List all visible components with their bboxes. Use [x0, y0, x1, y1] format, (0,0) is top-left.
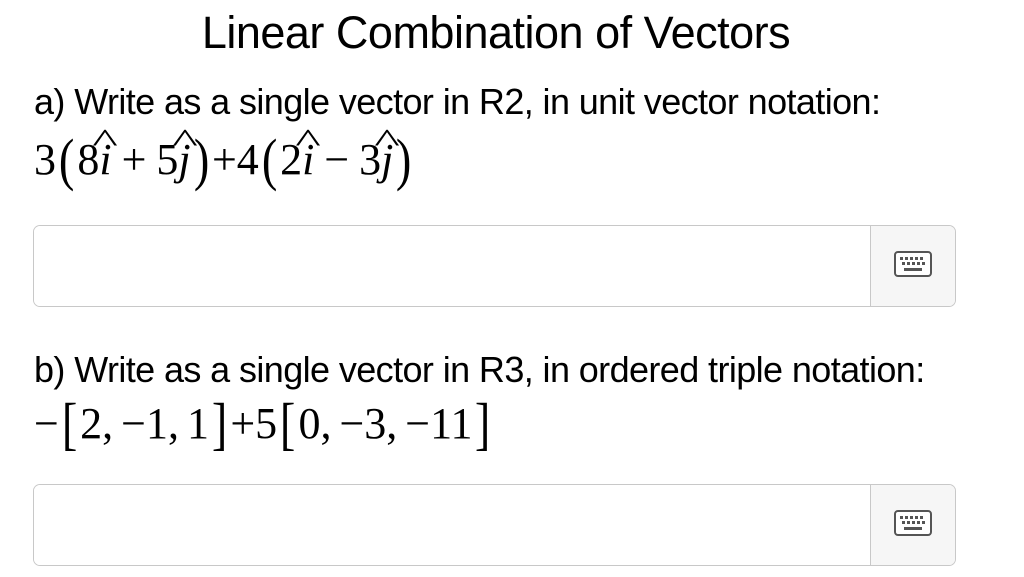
- b-coef1: −: [34, 399, 59, 448]
- b-v1-component: 1: [186, 399, 209, 448]
- page-title: Linear Combination of Vectors: [201, 7, 791, 58]
- question-b-prompt: b) Write as a single vector in R3, in or…: [34, 349, 925, 390]
- answer-b-input[interactable]: [34, 485, 870, 565]
- keyboard-icon: [894, 250, 932, 282]
- a-coef2: +4: [211, 135, 259, 184]
- a-v2-op: −: [324, 135, 350, 184]
- a-close-paren-2: ): [396, 127, 412, 192]
- keyboard-icon: [894, 509, 932, 541]
- answer-b-field: [33, 484, 956, 566]
- b-open-bracket-2: [: [280, 391, 296, 456]
- answer-a-input[interactable]: [34, 226, 870, 306]
- b-v1-component: 2,: [80, 399, 114, 448]
- j-hat-symbol: j ^: [172, 123, 198, 188]
- question-a-prompt: a) Write as a single vector in R2, in un…: [34, 81, 881, 122]
- a-v1-op: +: [121, 135, 147, 184]
- j-hat-symbol: j ^: [375, 123, 401, 188]
- answer-a-field: [33, 225, 956, 307]
- a-open-paren-2: (: [261, 127, 278, 192]
- math-keyboard-button-a[interactable]: [870, 226, 955, 306]
- i-hat-symbol: i ^: [295, 123, 321, 188]
- hat-mark: ^: [92, 123, 119, 160]
- b-open-bracket-1: [: [61, 391, 78, 456]
- b-v2-component: −3,: [339, 399, 398, 448]
- math-keyboard-button-b[interactable]: [870, 485, 955, 565]
- b-v1-component: −1,: [121, 399, 179, 448]
- b-v2-component: 0,: [298, 399, 332, 448]
- a-open-paren-1: (: [58, 127, 75, 192]
- hat-mark: ^: [295, 123, 321, 160]
- b-v2-component: −11: [405, 399, 473, 448]
- b-coef2: +5: [230, 399, 278, 448]
- question-b-expression: − [ 2, −1, 1 ] +5 [ 0, −3, −11 ]: [34, 391, 494, 456]
- i-hat-symbol: i ^: [93, 123, 119, 188]
- a-coef1: 3: [34, 135, 56, 184]
- b-close-bracket-1: ]: [211, 391, 228, 456]
- a-close-paren-1: ): [193, 127, 210, 192]
- b-close-bracket-2: ]: [475, 391, 491, 456]
- question-a-expression: 3 ( 8 i ^ + 5 j ^ ) +4 ( 2 i ^ − 3 j ^ ): [34, 123, 415, 192]
